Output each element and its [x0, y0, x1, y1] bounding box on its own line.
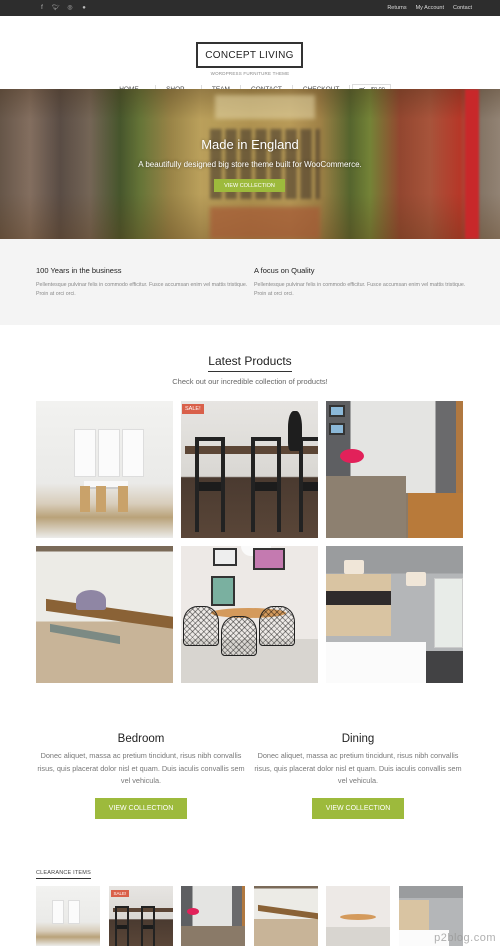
image-detail — [195, 437, 225, 532]
image-detail — [221, 616, 257, 656]
feature-text: Pellentesque pulvinar felis in commodo e… — [36, 282, 248, 297]
site-tagline: WORDPRESS FURNITURE THEME — [210, 71, 290, 76]
social-links: f 🐦︎ ◎ ● — [38, 0, 88, 16]
dining-view-collection-button[interactable]: VIEW COLLECTION — [312, 797, 404, 819]
hero-subtitle: A beautifully designed big store theme b… — [138, 160, 362, 169]
collection-title: Bedroom — [117, 733, 165, 745]
product-card[interactable] — [326, 401, 463, 538]
product-card[interactable] — [326, 546, 463, 683]
latest-products-heading: Latest Products — [0, 352, 500, 372]
product-card[interactable] — [181, 546, 318, 683]
image-detail — [398, 900, 429, 930]
image-detail — [326, 591, 391, 605]
image-detail — [122, 429, 144, 477]
image-detail — [118, 486, 128, 512]
clearance-item[interactable] — [326, 886, 390, 946]
image-detail — [434, 578, 463, 648]
image-detail — [326, 574, 391, 636]
image-detail — [406, 572, 426, 586]
image-detail — [98, 429, 120, 477]
image-detail — [421, 651, 463, 683]
image-detail — [181, 926, 245, 946]
image-detail — [187, 908, 199, 915]
image-detail — [76, 590, 106, 610]
image-detail — [329, 405, 345, 417]
image-detail — [326, 642, 426, 683]
product-card[interactable]: SALE! — [181, 401, 318, 538]
image-detail — [213, 548, 237, 566]
image-detail — [257, 904, 318, 930]
clearance-item[interactable]: SALE! — [108, 886, 173, 946]
collection-dining: Dining Donec aliquet, massa ac pretium t… — [253, 733, 463, 819]
image-detail — [251, 437, 281, 532]
image-detail — [114, 906, 129, 946]
feature-item: A focus on Quality Pellentesque pulvinar… — [254, 266, 469, 299]
github-icon[interactable]: ● — [80, 0, 88, 16]
image-detail — [46, 598, 173, 630]
hero-view-collection-button[interactable]: VIEW COLLECTION — [214, 179, 285, 192]
image-detail — [329, 423, 345, 435]
feature-item: 100 Years in the business Pellentesque p… — [36, 266, 251, 299]
dribbble-icon[interactable]: ◎ — [66, 0, 74, 16]
clearance-item[interactable] — [253, 886, 318, 946]
image-detail — [52, 900, 64, 924]
image-detail — [211, 576, 235, 606]
hero-banner: Made in England A beautifully designed b… — [0, 89, 500, 239]
collection-bedroom: Bedroom Donec aliquet, massa ac pretium … — [36, 733, 246, 819]
my-account-link[interactable]: My Account — [416, 5, 444, 11]
image-detail — [140, 906, 155, 946]
collection-text: Donec aliquet, massa ac pretium tincidun… — [37, 751, 245, 785]
image-detail — [80, 486, 90, 512]
feature-text: Pellentesque pulvinar felis in commodo e… — [254, 282, 466, 297]
sale-badge: SALE! — [182, 404, 204, 414]
bedroom-view-collection-button[interactable]: VIEW COLLECTION — [95, 797, 187, 819]
image-detail — [288, 411, 302, 451]
collection-title: Dining — [341, 733, 375, 745]
site-logo[interactable]: CONCEPT LIVING — [196, 42, 303, 68]
clearance-item[interactable] — [36, 886, 100, 946]
product-card[interactable] — [36, 401, 173, 538]
hero-title: Made in England — [201, 137, 299, 152]
image-detail — [253, 548, 285, 570]
feature-title: A focus on Quality — [254, 266, 315, 275]
site-header: CONCEPT LIVING WORDPRESS FURNITURE THEME… — [0, 16, 500, 96]
hero-content: Made in England A beautifully designed b… — [0, 89, 500, 239]
latest-products-subtitle: Check out our incredible collection of p… — [172, 377, 328, 386]
collection-text: Donec aliquet, massa ac pretium tincidun… — [254, 751, 462, 785]
twitter-icon[interactable]: 🐦︎ — [52, 0, 60, 16]
top-links: Returns My Account Contact — [387, 5, 472, 11]
sale-badge: SALE! — [110, 890, 130, 897]
facebook-icon[interactable]: f — [38, 0, 46, 16]
image-detail — [344, 560, 364, 574]
clearance-list: SALE! — [36, 886, 463, 946]
image-detail — [74, 429, 96, 477]
image-detail — [326, 476, 406, 538]
returns-link[interactable]: Returns — [387, 5, 406, 11]
image-detail — [68, 900, 80, 924]
watermark: p2blog.com — [434, 932, 496, 944]
image-detail — [96, 486, 106, 512]
product-card[interactable] — [36, 546, 173, 683]
image-detail — [50, 623, 120, 645]
image-detail — [259, 606, 295, 646]
features-section: 100 Years in the business Pellentesque p… — [0, 239, 500, 325]
image-detail — [183, 606, 219, 646]
product-grid: SALE! — [36, 401, 464, 683]
feature-title: 100 Years in the business — [36, 266, 122, 275]
image-detail — [340, 449, 364, 463]
clearance-item[interactable] — [181, 886, 245, 946]
image-detail — [299, 437, 318, 532]
contact-link[interactable]: Contact — [453, 5, 472, 11]
clearance-heading: CLEARANCE ITEMS — [36, 870, 91, 879]
image-detail — [340, 914, 376, 920]
top-bar: f 🐦︎ ◎ ● Returns My Account Contact — [0, 0, 500, 16]
section-title: Latest Products — [208, 354, 292, 372]
